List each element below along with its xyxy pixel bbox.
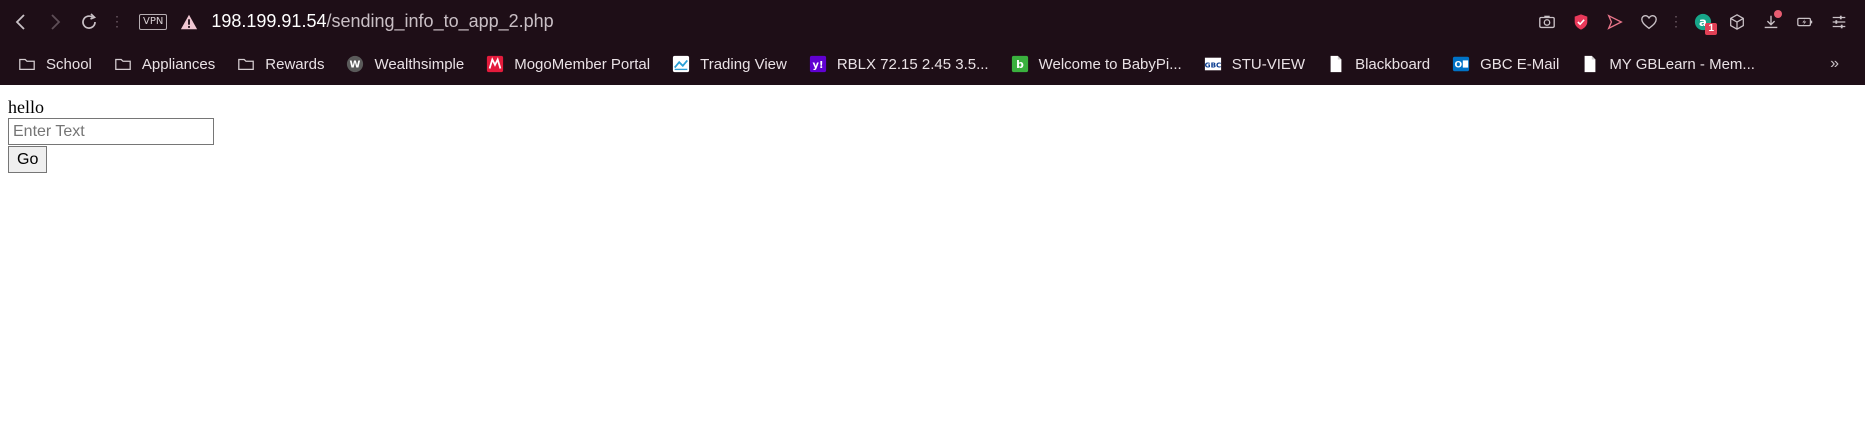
battery-icon xyxy=(1797,17,1813,26)
mogo-icon xyxy=(486,55,504,73)
bookmark-label: Trading View xyxy=(700,55,787,73)
bookmark-rblx[interactable]: y! RBLX 72.15 2.45 3.5... xyxy=(809,55,989,73)
svg-text:GBC: GBC xyxy=(1204,61,1221,70)
bookmark-gbc-email[interactable]: O GBC E-Mail xyxy=(1452,55,1559,73)
bookmark-label: School xyxy=(46,55,92,73)
greeting-text: hello xyxy=(8,97,44,117)
folder-icon xyxy=(18,55,36,73)
heart-icon xyxy=(1641,14,1657,29)
text-input[interactable] xyxy=(8,118,214,145)
extension-badge: 1 xyxy=(1705,22,1717,35)
vpn-badge[interactable]: VPN xyxy=(139,13,168,30)
bookmark-label: Rewards xyxy=(265,55,325,73)
bookmark-label: Wealthsimple xyxy=(374,55,465,73)
svg-text:y!: y! xyxy=(812,60,823,71)
bookmark-stu-view[interactable]: GBC STU-VIEW xyxy=(1204,55,1305,73)
svg-text:b: b xyxy=(1016,58,1024,71)
flow-button[interactable] xyxy=(1601,8,1629,36)
bookmark-label: Appliances xyxy=(141,55,216,73)
not-secure-warning-icon[interactable] xyxy=(179,12,199,32)
back-button[interactable] xyxy=(4,5,38,39)
yahoo-icon: y! xyxy=(809,55,827,73)
reload-button[interactable] xyxy=(72,5,106,39)
toolbar-separator: ⋮ xyxy=(1669,13,1683,29)
bookmarks-bar: School Appliances Rewards W Wealthsimple… xyxy=(0,43,1865,85)
bookmark-wealthsimple[interactable]: W Wealthsimple xyxy=(346,55,464,73)
easy-setup-button[interactable] xyxy=(1825,8,1853,36)
browser-toolbar: ⋮ VPN 198.199.91.54/sending_info_to_app_… xyxy=(0,0,1865,43)
bookmark-label: GBC E-Mail xyxy=(1480,55,1560,73)
reload-icon xyxy=(82,12,97,29)
svg-text:O: O xyxy=(1455,61,1463,71)
bookmark-gblearn[interactable]: MY GBLearn - Mem... xyxy=(1581,55,1755,73)
svg-text:W: W xyxy=(350,60,361,71)
bookmark-blackboard[interactable]: Blackboard xyxy=(1327,55,1430,73)
address-bar[interactable]: 198.199.91.54/sending_info_to_app_2.php xyxy=(211,11,553,32)
cube-icon xyxy=(1730,13,1744,30)
gbc-icon: GBC xyxy=(1204,55,1222,73)
forward-button[interactable] xyxy=(38,5,72,39)
page-content: hello Go xyxy=(0,85,1865,173)
folder-icon xyxy=(114,55,132,73)
bookmark-school[interactable]: School xyxy=(18,55,92,73)
outlook-icon: O xyxy=(1452,55,1470,73)
shield-icon xyxy=(1574,13,1588,30)
bookmark-label: MogoMember Portal xyxy=(514,55,651,73)
more-bookmarks-button[interactable]: » xyxy=(1830,55,1839,73)
url-host: 198.199.91.54 xyxy=(211,11,327,31)
tradingview-icon xyxy=(672,55,690,73)
folder-icon xyxy=(237,55,255,73)
battery-saver-button[interactable] xyxy=(1791,8,1819,36)
page-icon xyxy=(1327,55,1345,73)
chevron-left-icon xyxy=(15,13,25,30)
bookmark-tradingview[interactable]: Trading View xyxy=(672,55,787,73)
bookmark-label: STU-VIEW xyxy=(1231,55,1306,73)
cube-button[interactable] xyxy=(1723,8,1751,36)
download-notification-dot xyxy=(1774,9,1782,18)
bookmark-appliances[interactable]: Appliances xyxy=(114,55,215,73)
bookmark-mogo[interactable]: MogoMember Portal xyxy=(486,55,650,73)
toolbar-separator: ⋮ xyxy=(110,13,124,29)
toolbar-right-icons: ⋮ a 1 xyxy=(1533,0,1853,43)
sliders-icon xyxy=(1832,15,1846,28)
bookmark-rewards[interactable]: Rewards xyxy=(237,55,324,73)
bookmark-label: RBLX 72.15 2.45 3.5... xyxy=(836,55,989,73)
downloads-button[interactable] xyxy=(1757,8,1785,36)
send-icon xyxy=(1607,13,1623,30)
extension-button[interactable]: a 1 xyxy=(1689,8,1717,36)
babypips-icon: b xyxy=(1011,55,1029,73)
double-chevron-right-icon: » xyxy=(1830,55,1839,72)
bookmark-label: Welcome to BabyPi... xyxy=(1038,55,1182,73)
bookmark-babypips[interactable]: b Welcome to BabyPi... xyxy=(1011,55,1182,73)
bookmark-label: Blackboard xyxy=(1355,55,1431,73)
wealthsimple-icon: W xyxy=(346,55,364,73)
snapshot-button[interactable] xyxy=(1533,8,1561,36)
chevron-right-icon xyxy=(51,13,61,30)
go-button[interactable]: Go xyxy=(8,146,48,173)
pinboards-button[interactable] xyxy=(1635,8,1663,36)
adblocker-button[interactable] xyxy=(1567,8,1595,36)
camera-icon xyxy=(1539,15,1555,28)
browser-chrome: ⋮ VPN 198.199.91.54/sending_info_to_app_… xyxy=(0,0,1865,85)
page-icon xyxy=(1581,55,1599,73)
url-path: /sending_info_to_app_2.php xyxy=(326,11,554,31)
bookmark-label: MY GBLearn - Mem... xyxy=(1609,55,1755,73)
